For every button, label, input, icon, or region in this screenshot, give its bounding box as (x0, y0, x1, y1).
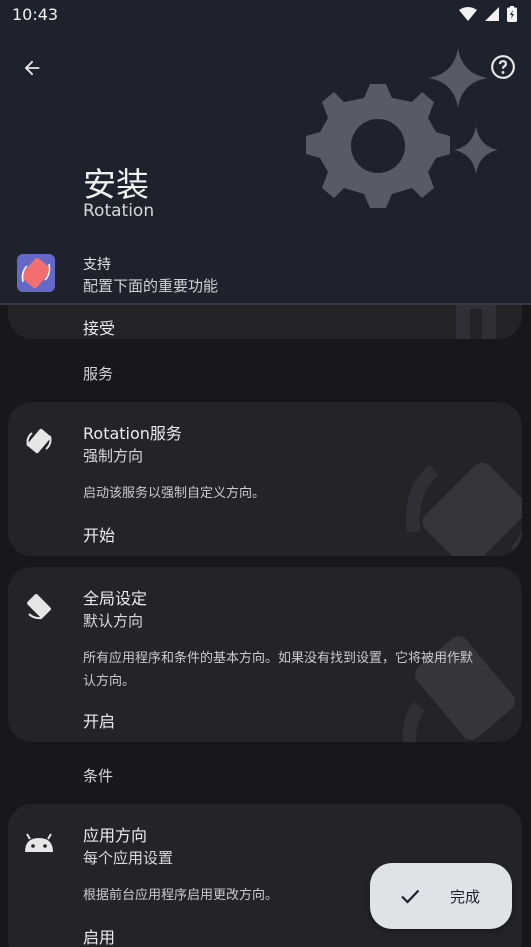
section-label-conditions: 条件 (83, 767, 114, 785)
card-subtitle: 强制方向 (83, 447, 144, 465)
page-subtitle: Rotation (83, 201, 155, 221)
rotation-service-icon (22, 424, 56, 458)
back-button[interactable] (16, 52, 48, 84)
rotation-service-card[interactable]: Rotation服务 强制方向 启动该服务以强制自定义方向。 开始 (8, 402, 522, 556)
support-description: 配置下面的重要功能 (83, 277, 219, 295)
enable-button[interactable]: 开启 (83, 708, 115, 732)
settings-list[interactable]: 接受 服务 Rotation服务 强制方向 启动该服务以强制自定义方向。 开始 … (0, 275, 531, 947)
rotation-app-icon (17, 254, 55, 292)
card-title: Rotation服务 (83, 424, 182, 443)
accept-button[interactable]: 接受 (83, 315, 115, 339)
card-title: 全局设定 (83, 589, 148, 608)
battery-icon (507, 6, 517, 22)
page-title: 安装 (83, 165, 149, 204)
section-label-service: 服务 (83, 365, 114, 383)
card-description: 启动该服务以强制自定义方向。 (83, 486, 266, 501)
app-header: 安装 Rotation 支持 配置下面的重要功能 (0, 28, 531, 305)
global-settings-card[interactable]: 全局设定 默认方向 所有应用程序和条件的基本方向。如果没有找到设置，它将被用作默… (8, 567, 522, 742)
done-label: 完成 (450, 887, 481, 906)
arrow-back-icon (24, 60, 40, 76)
done-fab-button[interactable]: 完成 (370, 863, 512, 929)
activate-button[interactable]: 启用 (83, 924, 115, 947)
global-settings-icon (22, 589, 56, 623)
settings-gear-sparkle-icon (306, 48, 498, 208)
status-icons (459, 6, 517, 22)
android-icon (22, 826, 56, 860)
card-title: 应用方向 (83, 826, 148, 845)
card-subtitle: 每个应用设置 (83, 849, 174, 867)
signal-icon (485, 7, 499, 21)
start-button[interactable]: 开始 (83, 522, 115, 546)
status-time: 10:43 (12, 4, 59, 24)
lock-watermark-icon (456, 299, 496, 339)
check-icon (401, 889, 420, 904)
card-subtitle: 默认方向 (83, 612, 144, 630)
support-title: 支持 (83, 257, 111, 273)
wifi-icon (459, 7, 477, 21)
status-bar: 10:43 (0, 0, 531, 28)
card-description: 所有应用程序和条件的基本方向。如果没有找到设置，它将被用作默认方向。 (83, 651, 474, 689)
